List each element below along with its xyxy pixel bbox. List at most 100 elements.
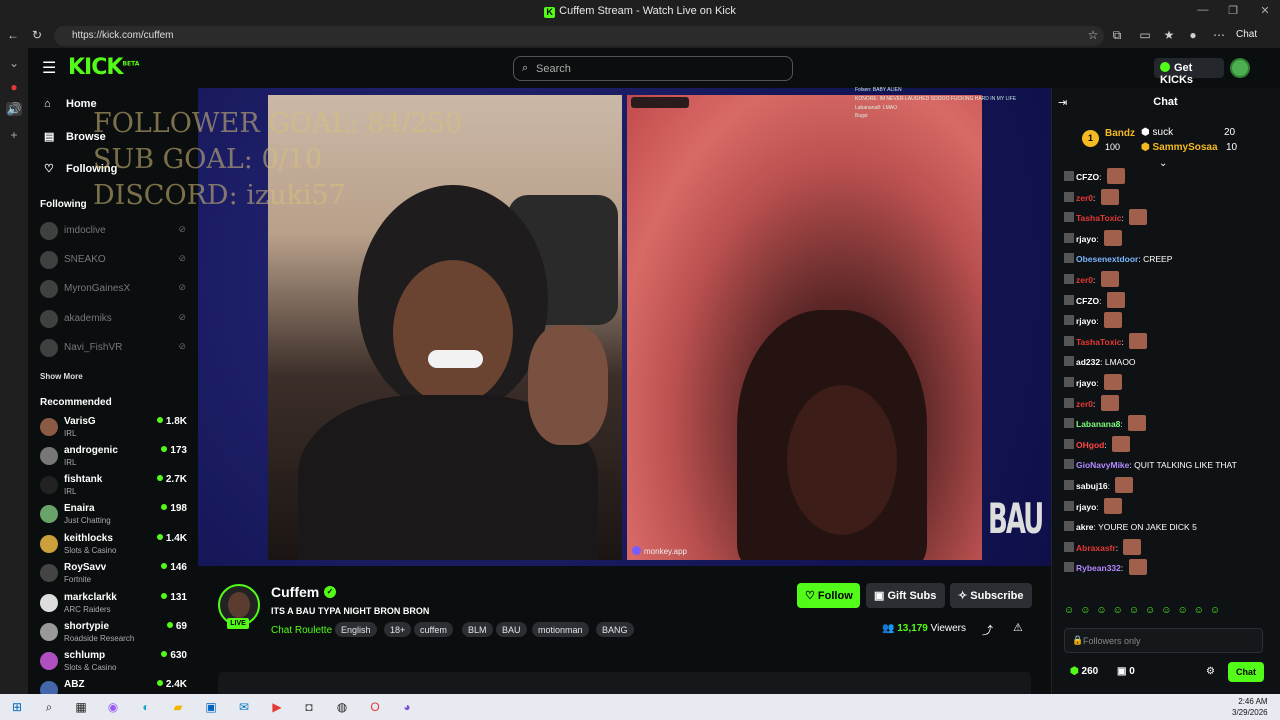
copilot-button[interactable]: Chat (1236, 29, 1257, 40)
split-screen-icon[interactable]: ▭ (1136, 28, 1154, 42)
tag-chip[interactable]: BAU (496, 622, 527, 637)
maximize-button[interactable]: ❐ (1218, 4, 1248, 17)
copilot-icon[interactable]: ◉ (104, 698, 122, 716)
youtube-icon[interactable]: ▶ (268, 698, 286, 716)
chat-username[interactable]: TashaToxic (1076, 337, 1122, 347)
task-view-icon[interactable]: ▦ (72, 698, 90, 716)
favorite-icon[interactable]: ☆ (1084, 28, 1102, 42)
subscribe-button[interactable]: ✧ Subscribe (950, 583, 1032, 608)
chat-message[interactable]: ad232: LMAOO (1064, 353, 1136, 371)
chat-username[interactable]: zer0 (1076, 193, 1093, 203)
close-window-button[interactable]: ✕ (1250, 4, 1280, 17)
active-tab-icon[interactable]: 🔊 (6, 102, 22, 116)
windows-start-icon[interactable]: ⊞ (8, 698, 26, 716)
new-tab-icon[interactable]: + (6, 128, 22, 142)
send-chat-button[interactable]: Chat (1228, 662, 1264, 682)
store-icon[interactable]: ▣ (202, 698, 220, 716)
chat-message[interactable]: zer0: (1064, 188, 1119, 207)
chat-message[interactable]: OHgod: (1064, 435, 1131, 454)
chat-username[interactable]: GioNavyMike (1076, 460, 1129, 470)
gift-count[interactable]: ▣ 0 (1117, 666, 1135, 677)
recommended-item[interactable]: keithlocks Slots & Casino 1.4K (40, 531, 190, 559)
recommended-item[interactable]: RoySavv Fortnite 146 (40, 560, 190, 588)
search-icon[interactable]: ⌕ (40, 698, 58, 716)
extensions-icon[interactable]: ⧉ (1108, 28, 1126, 43)
leaderboard-third[interactable]: ⬢ SammySosaa (1141, 142, 1218, 153)
chat-message[interactable]: zer0: (1064, 271, 1119, 289)
recommended-item[interactable]: fishtank IRL 2.7K (40, 472, 190, 500)
kick-logo[interactable]: KICKBETA (68, 55, 139, 80)
chat-message[interactable]: rjayo: (1064, 229, 1123, 248)
get-kicks-button[interactable]: Get KICKs (1154, 58, 1224, 86)
youtube-tab-icon[interactable]: ● (6, 80, 22, 94)
chat-username[interactable]: rjayo (1076, 316, 1096, 326)
following-item[interactable]: akademiks ⊘ (40, 308, 190, 330)
minimize-button[interactable]: — (1188, 4, 1218, 16)
tag-chip[interactable]: BANG (596, 622, 634, 637)
chat-username[interactable]: ad232 (1076, 357, 1100, 367)
search-input[interactable]: ⌕ Search (513, 56, 793, 81)
follow-button[interactable]: ♡ Follow (797, 583, 860, 608)
chat-message[interactable]: TashaToxic: (1064, 209, 1148, 227)
recommended-item[interactable]: shortypie Roadside Research 69 (40, 619, 190, 647)
chat-username[interactable]: zer0 (1076, 275, 1093, 285)
tag-chip[interactable]: English (335, 622, 377, 637)
leaderboard-first[interactable]: Bandz (1105, 128, 1135, 139)
chat-message[interactable]: zer0: (1064, 394, 1119, 413)
opera-icon[interactable]: O (366, 698, 384, 716)
back-icon[interactable]: ← (4, 28, 22, 42)
following-item[interactable]: Navi_FishVR ⊘ (40, 337, 190, 359)
chat-username[interactable]: sabuj16 (1076, 481, 1108, 491)
recommended-item[interactable]: Enaira Just Chatting 198 (40, 501, 190, 529)
app-icon[interactable]: ◘ (300, 698, 318, 716)
recommended-item[interactable]: VarisG IRL 1.8K (40, 414, 190, 442)
taskbar-clock[interactable]: 2:46 AM 3/29/2026 (1232, 696, 1268, 718)
share-icon[interactable]: ⤴ (982, 622, 993, 638)
tag-chip[interactable]: cuffem (414, 622, 453, 637)
chat-message[interactable]: rjayo: (1064, 312, 1123, 330)
chat-message[interactable]: sabuj16: (1064, 477, 1134, 495)
chat-username[interactable]: rjayo (1076, 234, 1096, 244)
mail-icon[interactable]: ✉ (235, 698, 253, 716)
chat-message[interactable]: Obesenextdoor: CREEP (1064, 250, 1172, 268)
chat-username[interactable]: akre (1076, 522, 1094, 532)
chat-message[interactable]: CFZO: (1064, 291, 1125, 310)
report-icon[interactable]: ⚠ (1013, 621, 1023, 634)
chat-username[interactable]: OHgod (1076, 440, 1104, 450)
chat-username[interactable]: zer0 (1076, 399, 1093, 409)
chat-username[interactable]: TashaToxic (1076, 213, 1122, 223)
chat-username[interactable]: Abraxasfr (1076, 543, 1116, 553)
chat-username[interactable]: CFZO (1076, 296, 1099, 306)
chat-username[interactable]: Rybean332 (1076, 563, 1121, 573)
chat-message[interactable]: TashaToxic: (1064, 332, 1148, 351)
show-more-link[interactable]: Show More (40, 372, 83, 381)
chat-username[interactable]: CFZO (1076, 172, 1099, 182)
url-input[interactable]: https://kick.com/cuffem (54, 26, 1104, 46)
tag-chip[interactable]: BLM (462, 622, 493, 637)
chat-input[interactable]: 🔒 Followers only (1064, 628, 1263, 653)
chat-message[interactable]: Rybean332: (1064, 559, 1147, 577)
following-item[interactable]: SNEAKO ⊘ (40, 249, 190, 271)
following-item[interactable]: imdoclive ⊘ (40, 220, 190, 242)
recommended-item[interactable]: androgenic IRL 173 (40, 443, 190, 471)
tag-chip[interactable]: motionman (532, 622, 589, 637)
browser-icon[interactable]: ◕ (398, 698, 416, 716)
chat-message[interactable]: rjayo: (1064, 497, 1123, 516)
chat-message[interactable]: GioNavyMike: QUIT TALKING LIKE THAT (1064, 456, 1237, 474)
chat-message[interactable]: rjayo: (1064, 374, 1123, 392)
refresh-icon[interactable]: ↻ (28, 28, 46, 42)
obs-icon[interactable]: ◍ (333, 698, 351, 716)
chat-username[interactable]: Obesenextdoor (1076, 254, 1138, 264)
more-icon[interactable]: ⋯ (1210, 28, 1228, 42)
chat-username[interactable]: rjayo (1076, 502, 1096, 512)
chat-username[interactable]: rjayo (1076, 378, 1096, 388)
tag-chip[interactable]: 18+ (384, 622, 412, 637)
favorites-icon[interactable]: ★ (1160, 28, 1178, 42)
channel-name[interactable]: Cuffem (271, 584, 319, 600)
gift-subs-button[interactable]: ▣ Gift Subs (866, 583, 945, 608)
chat-username[interactable]: Labanana8 (1076, 419, 1120, 429)
stream-category[interactable]: Chat Roulette (271, 625, 332, 636)
user-avatar[interactable] (1230, 58, 1250, 78)
recommended-item[interactable]: markclarkk ARC Raiders 131 (40, 590, 190, 618)
leaderboard-second[interactable]: ⬢ suck (1141, 127, 1173, 138)
